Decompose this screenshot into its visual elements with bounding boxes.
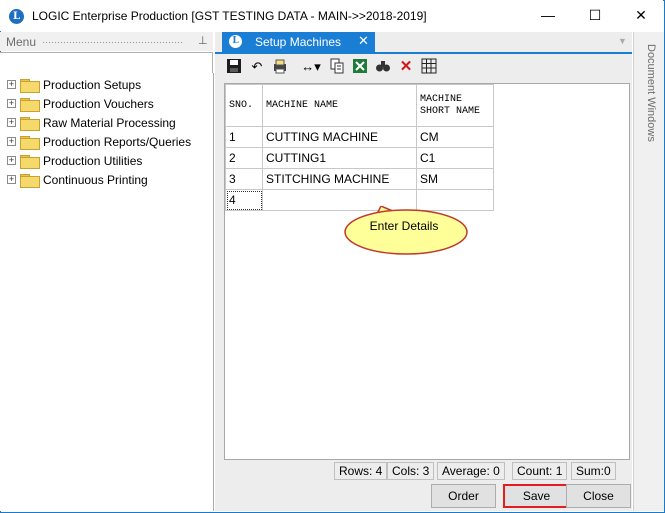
cell-short-name[interactable]: CM bbox=[416, 126, 494, 148]
cell-sno[interactable]: 4 bbox=[225, 189, 263, 211]
order-button[interactable]: Order bbox=[431, 484, 496, 508]
minimize-button[interactable]: — bbox=[525, 0, 571, 31]
folder-icon bbox=[20, 117, 40, 131]
tab-logo-icon: L bbox=[229, 35, 242, 48]
column-width-icon[interactable]: ↔▾ bbox=[298, 58, 324, 76]
close-button[interactable]: Close bbox=[566, 484, 631, 508]
menu-header: Menu ⊥ bbox=[0, 32, 213, 51]
cell-machine-name[interactable]: STITCHING MACHINE bbox=[262, 168, 417, 190]
print-icon[interactable] bbox=[271, 58, 289, 76]
folder-icon bbox=[20, 174, 40, 188]
tab-dropdown-icon[interactable]: ▼ bbox=[618, 36, 627, 46]
tree-item-label: Production Vouchers bbox=[43, 97, 154, 111]
document-windows-label[interactable]: Document Windows bbox=[645, 44, 657, 142]
table-header-row: SNO. MACHINE NAME MACHINE SHORT NAME bbox=[225, 84, 494, 127]
cell-short-name[interactable]: C1 bbox=[416, 147, 494, 169]
expand-icon[interactable]: + bbox=[7, 99, 16, 108]
folder-icon bbox=[20, 155, 40, 169]
title-bar: L LOGIC Enterprise Production [GST TESTI… bbox=[0, 0, 663, 31]
enter-details-callout: Enter Details bbox=[343, 206, 469, 256]
cell-sno[interactable]: 2 bbox=[225, 147, 263, 169]
table-row[interactable]: 1 CUTTING MACHINE CM bbox=[225, 126, 494, 148]
status-count: Count: 1 bbox=[512, 462, 568, 480]
expand-icon[interactable]: + bbox=[7, 175, 16, 184]
copy-icon[interactable] bbox=[328, 58, 346, 76]
cell-sno[interactable]: 1 bbox=[225, 126, 263, 148]
column-header-machine-name[interactable]: MACHINE NAME bbox=[262, 84, 417, 127]
menu-tree: + Production Setups + Production Voucher… bbox=[0, 73, 214, 511]
delete-icon[interactable]: ✕ bbox=[397, 58, 415, 76]
table-row[interactable]: 2 CUTTING1 C1 bbox=[225, 147, 494, 169]
pin-icon[interactable]: ⊥ bbox=[198, 34, 208, 47]
table-row[interactable]: 3 STITCHING MACHINE SM bbox=[225, 168, 494, 190]
expand-icon[interactable]: + bbox=[7, 137, 16, 146]
tab-label: Setup Machines bbox=[255, 35, 342, 49]
save-icon[interactable] bbox=[225, 58, 243, 76]
expand-icon[interactable]: + bbox=[7, 80, 16, 89]
tree-item-label: Raw Material Processing bbox=[43, 116, 176, 130]
column-header-sno[interactable]: SNO. bbox=[225, 84, 263, 127]
menu-title: Menu bbox=[6, 35, 37, 49]
folder-icon bbox=[20, 136, 40, 150]
cell-machine-name[interactable]: CUTTING1 bbox=[262, 147, 417, 169]
data-grid: SNO. MACHINE NAME MACHINE SHORT NAME 1 C… bbox=[224, 83, 630, 460]
folder-icon bbox=[20, 79, 40, 93]
expand-icon[interactable]: + bbox=[7, 118, 16, 127]
app-logo-icon: L bbox=[9, 9, 24, 24]
tab-setup-machines[interactable]: L Setup Machines ✕ bbox=[222, 32, 375, 52]
cell-machine-name[interactable]: CUTTING MACHINE bbox=[262, 126, 417, 148]
tree-item-label: Production Utilities bbox=[43, 154, 143, 168]
status-cols: Cols: 3 bbox=[387, 462, 435, 480]
excel-icon[interactable] bbox=[351, 58, 369, 76]
cell-sno[interactable]: 3 bbox=[225, 168, 263, 190]
grid-icon[interactable] bbox=[420, 58, 438, 76]
tree-item-label: Production Reports/Queries bbox=[43, 135, 192, 149]
tab-underline bbox=[215, 52, 632, 54]
toolbar: ↶ ↔▾ ✕ bbox=[222, 56, 462, 80]
callout-text: Enter Details bbox=[369, 219, 439, 233]
find-icon[interactable] bbox=[374, 58, 392, 76]
maximize-button[interactable]: ☐ bbox=[572, 0, 618, 31]
document-windows-rail[interactable]: Document Windows bbox=[633, 32, 664, 511]
expand-icon[interactable]: + bbox=[7, 156, 16, 165]
undo-icon[interactable]: ↶ bbox=[248, 58, 266, 76]
status-rows: Rows: 4 bbox=[334, 462, 388, 480]
window-title: LOGIC Enterprise Production [GST TESTING… bbox=[32, 9, 427, 23]
status-average: Average: 0 bbox=[437, 462, 505, 480]
close-window-button[interactable]: ✕ bbox=[618, 0, 664, 31]
tree-item-label: Continuous Printing bbox=[43, 173, 148, 187]
status-sum: Sum:0 bbox=[571, 462, 616, 480]
menu-grip[interactable] bbox=[42, 41, 184, 44]
menu-search-input[interactable] bbox=[0, 52, 213, 74]
folder-icon bbox=[20, 98, 40, 112]
column-header-machine-short-name[interactable]: MACHINE SHORT NAME bbox=[416, 84, 494, 127]
cell-short-name[interactable]: SM bbox=[416, 168, 494, 190]
status-bar: Rows: 4 Cols: 3 Average: 0 Count: 1 Sum:… bbox=[334, 461, 629, 480]
save-button[interactable]: Save bbox=[503, 484, 570, 508]
tab-close-icon[interactable]: ✕ bbox=[358, 33, 369, 49]
tree-item-label: Production Setups bbox=[43, 78, 142, 92]
